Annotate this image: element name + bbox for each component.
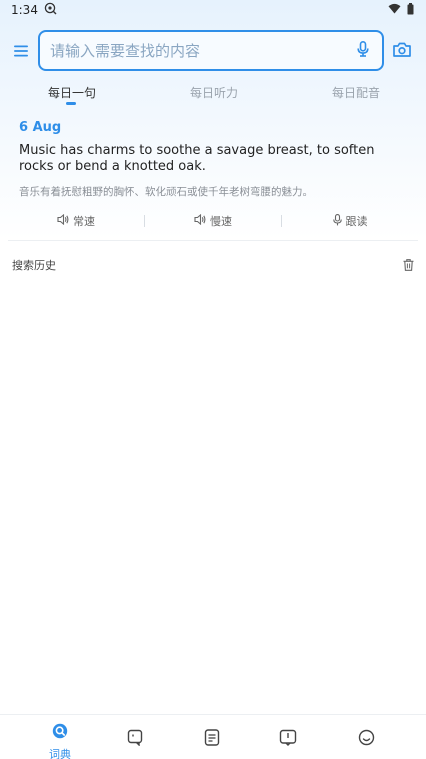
book-icon [279,729,297,750]
section-divider [8,240,418,241]
search-row [0,30,426,72]
tab-daily-listening[interactable]: 每日听力 [190,84,238,101]
daily-chinese-translation: 音乐有着抚慰粗野的胸怀、软化顽石或使千年老树弯腰的魅力。 [19,186,313,198]
camera-icon [393,42,411,61]
status-bar: 1:34 [0,0,426,20]
nav-book[interactable] [268,723,308,755]
search-input[interactable] [40,32,348,69]
speaker-icon [194,213,206,228]
notes-icon [204,729,220,750]
battery-icon [407,2,414,18]
audio-controls: 常速 慢速 跟读 [8,210,418,232]
nav-dictionary-label: 词典 [49,748,71,759]
tab-daily-dubbing[interactable]: 每日配音 [332,84,380,101]
nav-profile[interactable] [346,723,386,755]
nav-notes[interactable] [192,723,232,755]
wifi-icon [388,3,401,17]
nav-dictionary[interactable]: 词典 [40,723,80,759]
status-time: 1:34 [11,3,38,17]
voice-search-button[interactable] [348,36,378,66]
menu-button[interactable] [11,41,31,61]
microphone-icon [332,213,342,229]
normal-speed-button[interactable]: 常速 [8,213,144,229]
follow-read-label: 跟读 [345,215,368,228]
nav-translate[interactable] [115,723,155,755]
menu-icon [14,42,28,61]
profile-icon [358,729,375,750]
daily-tabs: 每日一句 每日听力 每日配音 [0,80,426,110]
camera-button[interactable] [390,40,414,62]
microphone-icon [357,40,369,61]
speaker-icon [57,213,69,228]
bottom-navigation: 词典 [0,714,426,759]
tab-daily-sentence[interactable]: 每日一句 [48,84,96,101]
daily-date: 6 Aug [19,120,62,135]
search-history-title: 搜索历史 [12,259,56,272]
search-icon [52,723,69,744]
slow-speed-button[interactable]: 慢速 [145,213,281,229]
normal-speed-label: 常速 [73,215,95,228]
daily-sentence-card[interactable]: 6 Aug Music has charms to soothe a savag… [19,120,411,199]
daily-english-sentence: Music has charms to soothe a savage brea… [19,143,375,174]
slow-speed-label: 慢速 [210,215,232,228]
search-box [38,30,384,71]
tab-active-indicator [66,102,76,105]
trash-icon[interactable] [403,256,414,275]
search-history-header: 搜索历史 [12,256,414,274]
follow-read-button[interactable]: 跟读 [282,213,418,229]
translate-icon [127,729,144,750]
search-bubble-icon [44,2,57,18]
